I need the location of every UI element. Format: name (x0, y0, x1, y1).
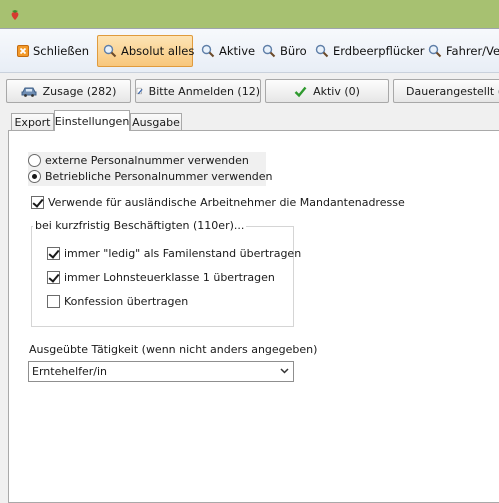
konfession-option[interactable]: Konfession übertragen (47, 295, 188, 308)
search-icon (428, 44, 442, 58)
short-term-group-title: bei kurzfristig Beschäftigten (110er)... (33, 219, 247, 232)
tab-export-label: Export (14, 116, 51, 129)
status-aktiv-button[interactable]: Aktiv (0) (265, 79, 389, 103)
filter-all-label: Absolut alles (121, 44, 195, 58)
search-icon (315, 44, 329, 58)
filter-all-button[interactable]: Absolut alles (97, 35, 195, 67)
filter-active-label: Aktive (219, 44, 256, 58)
tab-ausgabe-label: Ausgabe (132, 116, 180, 129)
search-icon (262, 44, 276, 58)
konfession-label: Konfession übertragen (64, 295, 189, 308)
radio-external-number-control[interactable] (28, 154, 41, 167)
ledig-option[interactable]: immer "ledig" als Familenstand übertrage… (47, 247, 301, 260)
pencil-icon (136, 87, 143, 95)
konfession-checkbox[interactable] (47, 295, 60, 308)
steuerklasse-option[interactable]: immer Lohnsteuerklasse 1 übertragen (47, 271, 275, 284)
tab-bar: Export Einstellungen Ausgabe (0, 110, 499, 131)
status-zusage-label: Zusage (282) (42, 84, 117, 98)
tab-einstellungen-label: Einstellungen (54, 114, 130, 128)
car-icon (21, 87, 37, 97)
filter-office-label: Büro (280, 44, 307, 58)
status-anmelden-label: Bitte Anmelden (12) (148, 84, 260, 98)
foreign-address-checkbox[interactable] (31, 196, 44, 209)
strawberry-icon (11, 10, 19, 20)
status-filter-row: Zusage (282) Bitte Anmelden (12) Aktiv (… (0, 79, 499, 104)
radio-external-number-label: externe Personalnummer verwenden (45, 154, 249, 167)
close-button-label: Schließen (33, 44, 89, 58)
close-button[interactable]: Schließen (11, 35, 95, 67)
tab-ausgabe[interactable]: Ausgabe (130, 113, 182, 131)
checkmark-icon (294, 86, 307, 97)
radio-external-number[interactable]: externe Personalnummer verwenden (28, 154, 249, 167)
filter-pickers-label: Erdbeerpflücker (333, 44, 425, 58)
filter-active-button[interactable]: Aktive (195, 35, 261, 67)
filter-pickers-button[interactable]: Erdbeerpflücker (309, 35, 430, 67)
radio-internal-number[interactable]: Betriebliche Personalnummer verwenden (28, 170, 273, 183)
search-icon (201, 44, 215, 58)
tab-einstellungen[interactable]: Einstellungen (54, 110, 130, 131)
filter-office-button[interactable]: Büro (256, 35, 313, 67)
title-bar (0, 0, 499, 28)
ledig-checkbox[interactable] (47, 247, 60, 260)
foreign-address-option[interactable]: Verwende für ausländische Arbeitnehmer d… (31, 196, 405, 209)
status-anmelden-button[interactable]: Bitte Anmelden (12) (135, 79, 261, 103)
ledig-label: immer "ledig" als Familenstand übertrage… (64, 247, 302, 260)
steuerklasse-checkbox[interactable] (47, 271, 60, 284)
filter-drivers-label: Fahrer/Ver (446, 44, 499, 58)
radio-internal-number-control[interactable] (28, 170, 41, 183)
activity-select-value: Erntehelfer/in (32, 365, 108, 378)
status-zusage-button[interactable]: Zusage (282) (6, 79, 131, 103)
status-dauerangestellt-button[interactable]: Dauerangestellt ( (393, 79, 499, 103)
tab-export[interactable]: Export (11, 113, 54, 131)
activity-select[interactable]: Erntehelfer/in (28, 361, 294, 382)
close-icon (17, 45, 29, 57)
steuerklasse-label: immer Lohnsteuerklasse 1 übertragen (64, 271, 275, 284)
chevron-down-icon[interactable] (280, 368, 289, 374)
status-dauerangestellt-label: Dauerangestellt ( (406, 84, 499, 98)
filter-drivers-button[interactable]: Fahrer/Ver (422, 35, 499, 67)
status-aktiv-label: Aktiv (0) (313, 84, 360, 98)
foreign-address-label: Verwende für ausländische Arbeitnehmer d… (48, 196, 405, 209)
radio-internal-number-label: Betriebliche Personalnummer verwenden (45, 170, 273, 183)
activity-label: Ausgeübte Tätigkeit (wenn nicht anders a… (29, 343, 318, 356)
toolbar: Schließen Absolut alles Aktive Büro Erdb… (0, 29, 499, 73)
search-icon (103, 44, 117, 58)
